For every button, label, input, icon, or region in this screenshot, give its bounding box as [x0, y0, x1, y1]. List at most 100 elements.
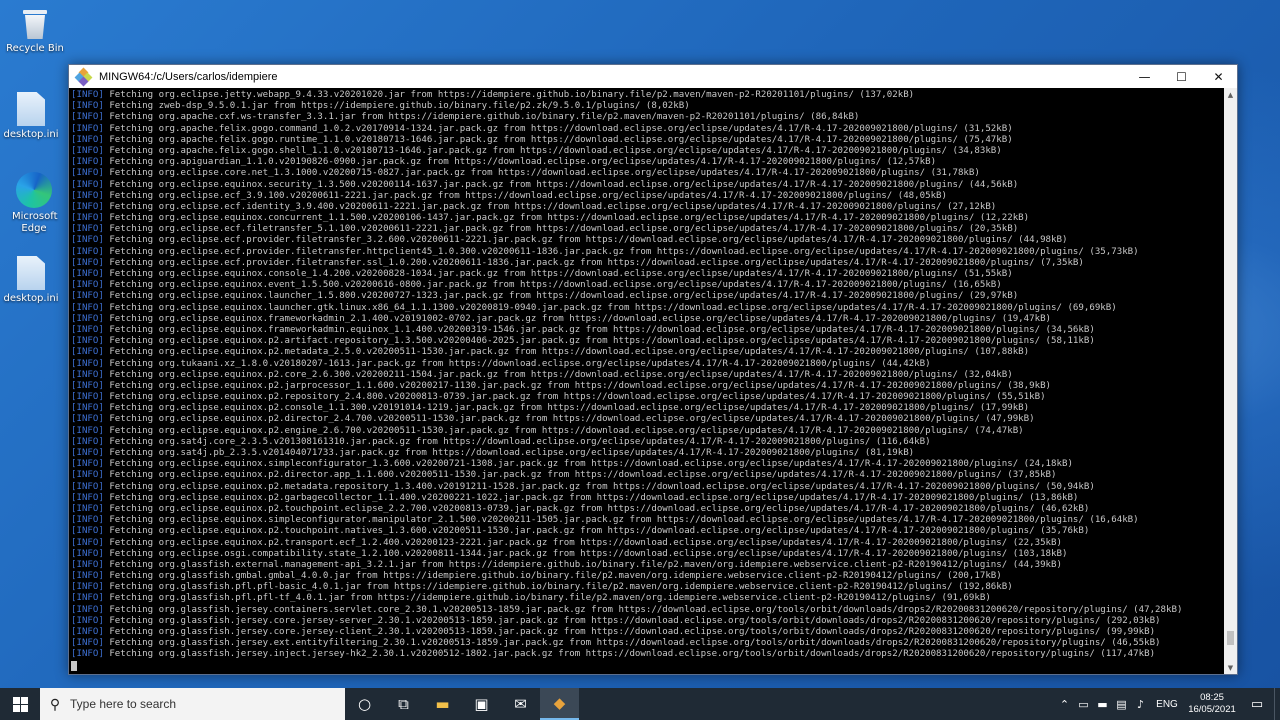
info-tag: [INFO]	[71, 257, 104, 268]
terminal-line-text: Fetching org.eclipse.equinox.security_1.…	[103, 179, 1019, 190]
meet-now-icon[interactable]: ▭	[1074, 698, 1093, 711]
terminal-line: [INFO] Fetching org.glassfish.jersey.cor…	[71, 627, 1225, 638]
store-bag-icon: ▣	[474, 695, 489, 713]
scrollbar-thumb[interactable]	[1227, 631, 1234, 645]
terminal-line: [INFO] Fetching org.sat4j.core_2.3.5.v20…	[71, 437, 1225, 448]
task-view-icon: ⧉	[398, 695, 409, 713]
desktop-icon-label: desktop.ini	[3, 129, 59, 140]
info-tag: [INFO]	[71, 448, 104, 458]
terminal-line-text: Fetching org.eclipse.core.net_1.3.1000.v…	[103, 168, 980, 179]
terminal-line-text: Fetching org.sat4j.core_2.3.5.v201308161…	[103, 436, 931, 447]
info-tag: [INFO]	[71, 559, 104, 570]
info-tag: [INFO]	[71, 235, 104, 246]
battery-icon[interactable]: ▬	[1093, 698, 1112, 711]
info-tag: [INFO]	[71, 157, 104, 168]
terminal-line-text: Fetching org.eclipse.equinox.p2.engine_2…	[103, 425, 1024, 436]
scrollbar-track[interactable]	[1224, 101, 1237, 661]
vertical-scrollbar[interactable]: ▲ ▼	[1224, 88, 1237, 674]
terminal-output[interactable]: [INFO] Fetching org.eclipse.jetty.webapp…	[69, 88, 1225, 674]
terminal-line-text: Fetching org.glassfish.pfl.pfl-basic_4.0…	[103, 582, 1013, 593]
terminal-line: [INFO] Fetching org.glassfish.gmbal.gmba…	[71, 571, 1225, 582]
terminal-line-text: Fetching org.eclipse.equinox.event_1.5.5…	[103, 280, 1002, 291]
terminal-line: [INFO] Fetching org.eclipse.equinox.laun…	[71, 303, 1225, 314]
terminal-line: [INFO] Fetching org.eclipse.equinox.laun…	[71, 291, 1225, 302]
terminal-line: [INFO] Fetching org.eclipse.equinox.p2.g…	[71, 493, 1225, 504]
terminal-line-text: Fetching org.eclipse.equinox.frameworkad…	[103, 324, 1095, 335]
minimize-button[interactable]: —	[1126, 65, 1163, 88]
terminal-line: [INFO] Fetching org.eclipse.equinox.fram…	[71, 314, 1225, 325]
window-title: MINGW64:/c/Users/carlos/idempiere	[99, 70, 278, 83]
show-desktop-button[interactable]	[1274, 688, 1280, 720]
info-tag: [INFO]	[71, 571, 104, 582]
terminal-line: [INFO] Fetching zweb-dsp_9.5.0.1.jar fro…	[71, 101, 1225, 112]
terminal-line: [INFO] Fetching org.eclipse.equinox.p2.t…	[71, 538, 1225, 549]
terminal-line: [INFO] Fetching org.eclipse.equinox.fram…	[71, 325, 1225, 336]
terminal-line-text: Fetching org.glassfish.jersey.core.jerse…	[103, 627, 1156, 637]
info-tag: [INFO]	[71, 403, 104, 414]
terminal-prompt-line	[71, 660, 1225, 672]
info-tag: [INFO]	[71, 470, 104, 481]
info-tag: [INFO]	[71, 134, 104, 145]
info-tag: [INFO]	[71, 190, 104, 201]
terminal-line-text: Fetching org.glassfish.pfl.pfl-tf_4.0.1.…	[103, 593, 991, 604]
info-tag: [INFO]	[71, 582, 104, 593]
desktop-icon-label: Recycle Bin	[6, 43, 64, 54]
notification-icon[interactable]: ▭	[1240, 697, 1274, 712]
task-view-button[interactable]: ⧉	[384, 688, 423, 720]
recycle-bin-icon	[22, 8, 48, 40]
network-icon[interactable]: ▤	[1112, 698, 1131, 711]
info-tag: [INFO]	[71, 548, 104, 559]
scroll-up-icon[interactable]: ▲	[1224, 88, 1237, 101]
terminal-line-text: Fetching org.apache.felix.gogo.runtime_1…	[103, 134, 1013, 145]
mingw-taskbar-button[interactable]: ◆	[540, 688, 579, 720]
clock-time: 08:25	[1200, 692, 1224, 703]
taskbar-search-box[interactable]: ⚲ Type here to search	[40, 688, 345, 720]
info-tag: [INFO]	[71, 615, 104, 626]
edge-icon	[16, 172, 52, 208]
terminal-line-text: Fetching org.eclipse.equinox.p2.console_…	[103, 403, 1030, 414]
volume-icon[interactable]: ♪	[1131, 698, 1150, 711]
close-button[interactable]: ✕	[1200, 65, 1237, 88]
terminal-window[interactable]: MINGW64:/c/Users/carlos/idempiere — ☐ ✕ …	[68, 64, 1238, 675]
info-tag: [INFO]	[71, 224, 104, 235]
mail-button[interactable]: ✉	[501, 688, 540, 720]
scroll-down-icon[interactable]: ▼	[1224, 661, 1237, 674]
maximize-button[interactable]: ☐	[1163, 65, 1200, 88]
terminal-line: [INFO] Fetching org.apache.cxf.ws-transf…	[71, 112, 1225, 123]
terminal-line-text: Fetching org.eclipse.equinox.p2.jarproce…	[103, 380, 1052, 391]
window-controls: — ☐ ✕	[1126, 65, 1237, 88]
terminal-line-text: Fetching zweb-dsp_9.5.0.1.jar from https…	[103, 101, 690, 112]
desktop-icon-microsoft-edge[interactable]: Microsoft Edge	[0, 172, 72, 235]
taskbar-clock[interactable]: 08:25 16/05/2021	[1184, 692, 1240, 716]
search-icon: ⚲	[49, 695, 61, 712]
terminal-line: [INFO] Fetching org.eclipse.osgi.compati…	[71, 549, 1225, 560]
terminal-line: [INFO] Fetching org.eclipse.ecf.provider…	[71, 235, 1225, 246]
microsoft-store-button[interactable]: ▣	[462, 688, 501, 720]
terminal-line-text: Fetching org.eclipse.ecf_3.9.100.v202006…	[103, 190, 947, 201]
info-tag: [INFO]	[71, 336, 104, 347]
terminal-line-text: Fetching org.eclipse.equinox.p2.artifact…	[103, 336, 1095, 347]
desktop-icon-desktop-ini[interactable]: desktop.ini	[0, 92, 66, 141]
mail-icon: ✉	[514, 695, 527, 713]
file-explorer-button[interactable]: ▬	[423, 688, 462, 720]
terminal-line: [INFO] Fetching org.eclipse.ecf_3.9.100.…	[71, 191, 1225, 202]
file-icon	[17, 92, 45, 126]
terminal-line: [INFO] Fetching org.eclipse.ecf.identity…	[71, 202, 1225, 213]
terminal-line: [INFO] Fetching org.eclipse.equinox.p2.d…	[71, 414, 1225, 425]
terminal-line: [INFO] Fetching org.eclipse.jetty.webapp…	[71, 90, 1225, 101]
terminal-line: [INFO] Fetching org.glassfish.jersey.ext…	[71, 638, 1225, 649]
terminal-line: [INFO] Fetching org.apiguardian_1.1.0.v2…	[71, 157, 1225, 168]
chevron-up-icon[interactable]: ⌃	[1055, 698, 1074, 711]
terminal-line-text: Fetching org.eclipse.equinox.simpleconfi…	[103, 515, 1139, 526]
desktop-icon-desktop-ini-2[interactable]: desktop.ini	[0, 256, 66, 305]
input-language[interactable]: ENG	[1150, 699, 1184, 710]
start-button[interactable]	[0, 688, 40, 720]
info-tag: [INFO]	[71, 90, 104, 100]
window-titlebar[interactable]: MINGW64:/c/Users/carlos/idempiere — ☐ ✕	[69, 65, 1237, 88]
desktop-icon-recycle-bin[interactable]: Recycle Bin	[0, 8, 70, 55]
terminal-line-text: Fetching org.eclipse.equinox.p2.director…	[103, 470, 1057, 481]
terminal-line-text: Fetching org.eclipse.equinox.p2.transpor…	[103, 537, 1062, 548]
cortana-button[interactable]: ○	[345, 688, 384, 720]
terminal-line: [INFO] Fetching org.eclipse.equinox.p2.r…	[71, 392, 1225, 403]
terminal-line: [INFO] Fetching org.eclipse.equinox.p2.t…	[71, 504, 1225, 515]
